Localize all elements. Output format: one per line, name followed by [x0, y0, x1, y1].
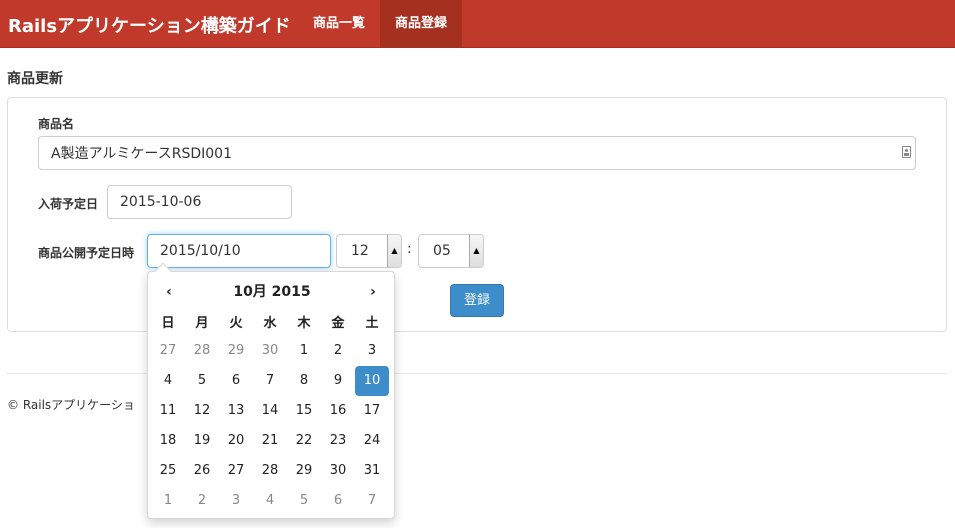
datepicker-day[interactable]: 26	[185, 456, 219, 486]
datepicker-day[interactable]: 24	[355, 426, 389, 456]
datepicker-day[interactable]: 30	[321, 456, 355, 486]
datepicker-week-row: 11 12 13 14 15 16 17	[151, 396, 391, 426]
weekday-fri: 金	[331, 316, 345, 331]
publish-date-input[interactable]	[147, 234, 331, 268]
datepicker-grid: 27 28 29 30 1 2 3 4 5 6 7 8 9 10 11 12 13 14 15 16 17 18 19 20 2…	[151, 336, 391, 516]
nav-product-register[interactable]: 商品登録	[380, 0, 462, 48]
minute-value: 05	[433, 243, 451, 259]
datepicker-day[interactable]: 3	[355, 336, 389, 366]
weekday-mon: 月	[195, 316, 209, 331]
datepicker-day[interactable]: 1	[151, 486, 185, 516]
datepicker-day[interactable]: 4	[253, 486, 287, 516]
datepicker-day[interactable]: 6	[321, 486, 355, 516]
hour-value: 12	[351, 243, 369, 259]
datepicker-day[interactable]: 29	[287, 456, 321, 486]
nav-product-list[interactable]: 商品一覧	[298, 0, 380, 48]
datepicker-day-selected[interactable]: 10	[355, 366, 389, 396]
datepicker-day[interactable]: 28	[185, 336, 219, 366]
prev-month-icon[interactable]: ‹	[157, 282, 181, 302]
datepicker-day[interactable]: 22	[287, 426, 321, 456]
datepicker-week-row: 4 5 6 7 8 9 10	[151, 366, 391, 396]
datepicker-day[interactable]: 2	[321, 336, 355, 366]
weekday-thu: 木	[297, 316, 311, 331]
datepicker-week-row: 18 19 20 21 22 23 24	[151, 426, 391, 456]
datepicker-day[interactable]: 14	[253, 396, 287, 426]
minute-dropdown-arrow-icon: ▲	[469, 235, 483, 267]
hour-select[interactable]: 12 ▲	[336, 234, 402, 268]
datepicker-day[interactable]: 12	[185, 396, 219, 426]
datepicker-day[interactable]: 8	[287, 366, 321, 396]
weekday-sat: 土	[365, 316, 379, 331]
datepicker-day[interactable]: 18	[151, 426, 185, 456]
datepicker-day[interactable]: 15	[287, 396, 321, 426]
datepicker-day[interactable]: 31	[355, 456, 389, 486]
weekday-tue: 火	[229, 316, 243, 331]
datepicker-day[interactable]: 17	[355, 396, 389, 426]
datepicker-day[interactable]: 23	[321, 426, 355, 456]
datepicker-day[interactable]: 9	[321, 366, 355, 396]
datepicker-day[interactable]: 16	[321, 396, 355, 426]
datepicker-day[interactable]: 5	[287, 486, 321, 516]
weekday-sun: 日	[161, 316, 175, 331]
datepicker-day[interactable]: 7	[253, 366, 287, 396]
datepicker-day[interactable]: 6	[219, 366, 253, 396]
submit-button[interactable]: 登録	[450, 284, 504, 317]
datepicker-week-row: 1234567	[151, 486, 391, 516]
datepicker-day[interactable]: 13	[219, 396, 253, 426]
hour-dropdown-arrow-icon: ▲	[387, 235, 401, 267]
contact-card-icon[interactable]	[902, 146, 911, 158]
arrival-date-input[interactable]	[107, 185, 292, 219]
datepicker-day[interactable]: 30	[253, 336, 287, 366]
time-separator: :	[407, 241, 412, 257]
datepicker-week-row: 27 28 29 30 1 2 3	[151, 336, 391, 366]
datepicker-day[interactable]: 11	[151, 396, 185, 426]
navbar: Railsアプリケーション構築ガイド 商品一覧 商品登録	[0, 0, 955, 48]
datepicker-day[interactable]: 29	[219, 336, 253, 366]
datepicker-day[interactable]: 1	[287, 336, 321, 366]
datepicker-day[interactable]: 28	[253, 456, 287, 486]
datepicker-day[interactable]: 21	[253, 426, 287, 456]
publish-datetime-label: 商品公開予定日時	[38, 246, 135, 260]
datepicker-day[interactable]: 2	[185, 486, 219, 516]
arrival-date-label: 入荷予定日	[38, 197, 99, 211]
page-title: 商品更新	[7, 71, 63, 87]
datepicker-popup: ‹ 10月 2015 › 日 月 火 水 木 金 土 27 28 29 30 1 2 3 4 5…	[147, 262, 395, 519]
brand-link[interactable]: Railsアプリケーション構築ガイド	[8, 12, 291, 38]
datepicker-day[interactable]: 3	[219, 486, 253, 516]
next-month-icon[interactable]: ›	[361, 282, 385, 302]
footer-copyright: © Railsアプリケーショ	[7, 398, 135, 412]
datepicker-day[interactable]: 19	[185, 426, 219, 456]
product-name-input[interactable]	[38, 136, 916, 170]
datepicker-day[interactable]: 27	[151, 336, 185, 366]
product-name-label: 商品名	[38, 117, 75, 131]
datepicker-month-title[interactable]: 10月 2015	[188, 282, 356, 302]
datepicker-day[interactable]: 4	[151, 366, 185, 396]
datepicker-day[interactable]: 20	[219, 426, 253, 456]
datepicker-week-row: 25 26 27 28 29 30 31	[151, 456, 391, 486]
weekday-wed: 水	[263, 316, 277, 331]
datepicker-day[interactable]: 7	[355, 486, 389, 516]
datepicker-day[interactable]: 27	[219, 456, 253, 486]
minute-select[interactable]: 05 ▲	[418, 234, 484, 268]
datepicker-day[interactable]: 5	[185, 366, 219, 396]
datepicker-day[interactable]: 25	[151, 456, 185, 486]
